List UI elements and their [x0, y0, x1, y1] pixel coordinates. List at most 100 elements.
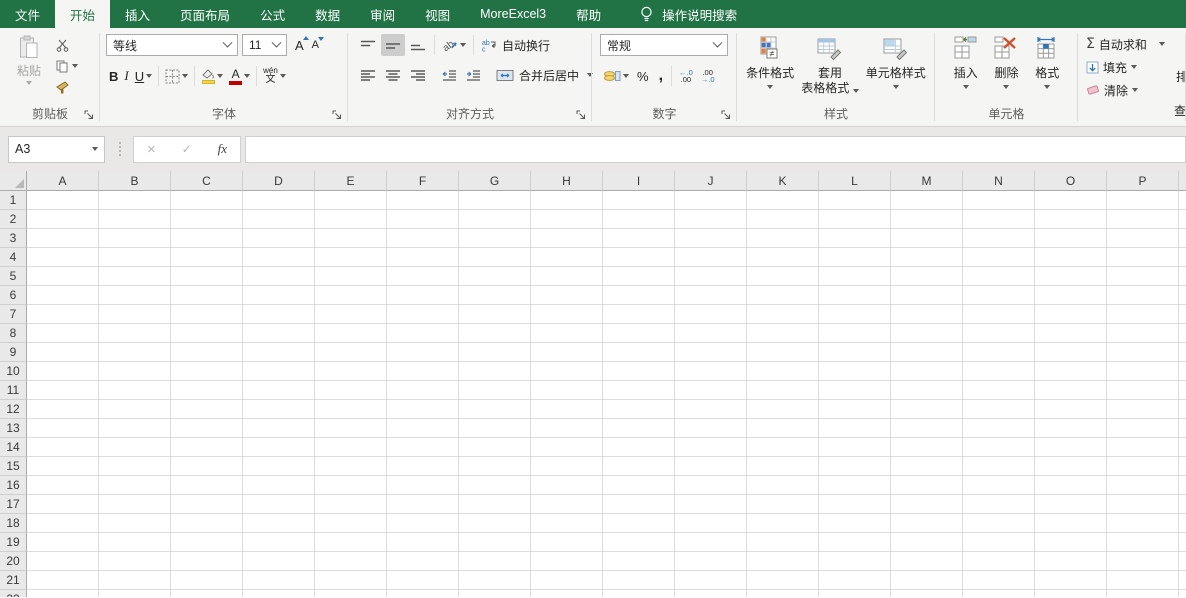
cell-P17[interactable] [1107, 495, 1179, 514]
cell-O8[interactable] [1035, 324, 1107, 343]
cell-J11[interactable] [675, 381, 747, 400]
cell-P6[interactable] [1107, 286, 1179, 305]
row-header-21[interactable]: 21 [0, 571, 27, 590]
shrink-font-button[interactable]: A [310, 39, 321, 51]
column-header-I[interactable]: I [603, 171, 675, 191]
cell-B17[interactable] [99, 495, 171, 514]
cell-J4[interactable] [675, 248, 747, 267]
cell-D1[interactable] [243, 191, 315, 210]
cell-J15[interactable] [675, 457, 747, 476]
cell-C20[interactable] [171, 552, 243, 571]
autosum-button[interactable]: Σ 自动求和 [1086, 36, 1186, 52]
cell-N14[interactable] [963, 438, 1035, 457]
column-header-N[interactable]: N [963, 171, 1035, 191]
row-header-20[interactable]: 20 [0, 552, 27, 571]
paste-button[interactable]: 粘贴 [8, 33, 50, 126]
cell-E12[interactable] [315, 400, 387, 419]
cell-B5[interactable] [99, 267, 171, 286]
sort-filter-partial-label[interactable]: 排 [1176, 68, 1186, 85]
cell-K13[interactable] [747, 419, 819, 438]
cell-G9[interactable] [459, 343, 531, 362]
column-header-H[interactable]: H [531, 171, 603, 191]
cell-K22[interactable] [747, 590, 819, 597]
cell-C5[interactable] [171, 267, 243, 286]
formula-input[interactable] [245, 136, 1186, 163]
cell-B1[interactable] [99, 191, 171, 210]
cell-M13[interactable] [891, 419, 963, 438]
cell-P22[interactable] [1107, 590, 1179, 597]
cell-Q21[interactable] [1179, 571, 1186, 590]
cell-N15[interactable] [963, 457, 1035, 476]
cell-Q4[interactable] [1179, 248, 1186, 267]
cell-O17[interactable] [1035, 495, 1107, 514]
cell-B19[interactable] [99, 533, 171, 552]
cell-B18[interactable] [99, 514, 171, 533]
column-header-B[interactable]: B [99, 171, 171, 191]
cell-I11[interactable] [603, 381, 675, 400]
menu-tab-file[interactable]: 文件 [0, 0, 55, 28]
cell-L11[interactable] [819, 381, 891, 400]
cell-E9[interactable] [315, 343, 387, 362]
cell-E5[interactable] [315, 267, 387, 286]
cell-K9[interactable] [747, 343, 819, 362]
cell-P21[interactable] [1107, 571, 1179, 590]
alignment-dialog-launcher[interactable] [575, 109, 587, 121]
row-header-3[interactable]: 3 [0, 229, 27, 248]
cell-A7[interactable] [27, 305, 99, 324]
cell-O12[interactable] [1035, 400, 1107, 419]
cell-P2[interactable] [1107, 210, 1179, 229]
cell-N10[interactable] [963, 362, 1035, 381]
cell-E17[interactable] [315, 495, 387, 514]
cell-E1[interactable] [315, 191, 387, 210]
fill-color-button[interactable] [198, 65, 226, 87]
cell-Q18[interactable] [1179, 514, 1186, 533]
cell-A3[interactable] [27, 229, 99, 248]
cell-I1[interactable] [603, 191, 675, 210]
align-middle-button[interactable] [381, 34, 405, 56]
cell-B9[interactable] [99, 343, 171, 362]
find-select-partial-label[interactable]: 查 [1174, 102, 1186, 119]
cell-F12[interactable] [387, 400, 459, 419]
cell-L14[interactable] [819, 438, 891, 457]
cell-L5[interactable] [819, 267, 891, 286]
cell-C22[interactable] [171, 590, 243, 597]
font-name-combo[interactable]: 等线 [106, 34, 238, 56]
cell-E2[interactable] [315, 210, 387, 229]
cell-M7[interactable] [891, 305, 963, 324]
cell-J7[interactable] [675, 305, 747, 324]
cell-I8[interactable] [603, 324, 675, 343]
cell-H8[interactable] [531, 324, 603, 343]
cell-O5[interactable] [1035, 267, 1107, 286]
cell-D10[interactable] [243, 362, 315, 381]
cell-J16[interactable] [675, 476, 747, 495]
cell-M11[interactable] [891, 381, 963, 400]
cell-H11[interactable] [531, 381, 603, 400]
cell-B11[interactable] [99, 381, 171, 400]
cell-O13[interactable] [1035, 419, 1107, 438]
cell-J22[interactable] [675, 590, 747, 597]
cell-L1[interactable] [819, 191, 891, 210]
cell-J19[interactable] [675, 533, 747, 552]
column-header-Q[interactable]: Q [1179, 171, 1186, 191]
cell-G10[interactable] [459, 362, 531, 381]
cell-C12[interactable] [171, 400, 243, 419]
cell-D6[interactable] [243, 286, 315, 305]
italic-button[interactable]: I [121, 65, 131, 87]
cell-O4[interactable] [1035, 248, 1107, 267]
cell-K20[interactable] [747, 552, 819, 571]
cell-H10[interactable] [531, 362, 603, 381]
cell-L6[interactable] [819, 286, 891, 305]
cell-L17[interactable] [819, 495, 891, 514]
cell-J2[interactable] [675, 210, 747, 229]
cell-K4[interactable] [747, 248, 819, 267]
column-header-C[interactable]: C [171, 171, 243, 191]
cell-H7[interactable] [531, 305, 603, 324]
cell-H2[interactable] [531, 210, 603, 229]
cell-Q7[interactable] [1179, 305, 1186, 324]
cell-A6[interactable] [27, 286, 99, 305]
cell-C13[interactable] [171, 419, 243, 438]
cell-E11[interactable] [315, 381, 387, 400]
row-header-14[interactable]: 14 [0, 438, 27, 457]
delete-cells-button[interactable]: 删除 [994, 32, 1018, 126]
cell-C17[interactable] [171, 495, 243, 514]
